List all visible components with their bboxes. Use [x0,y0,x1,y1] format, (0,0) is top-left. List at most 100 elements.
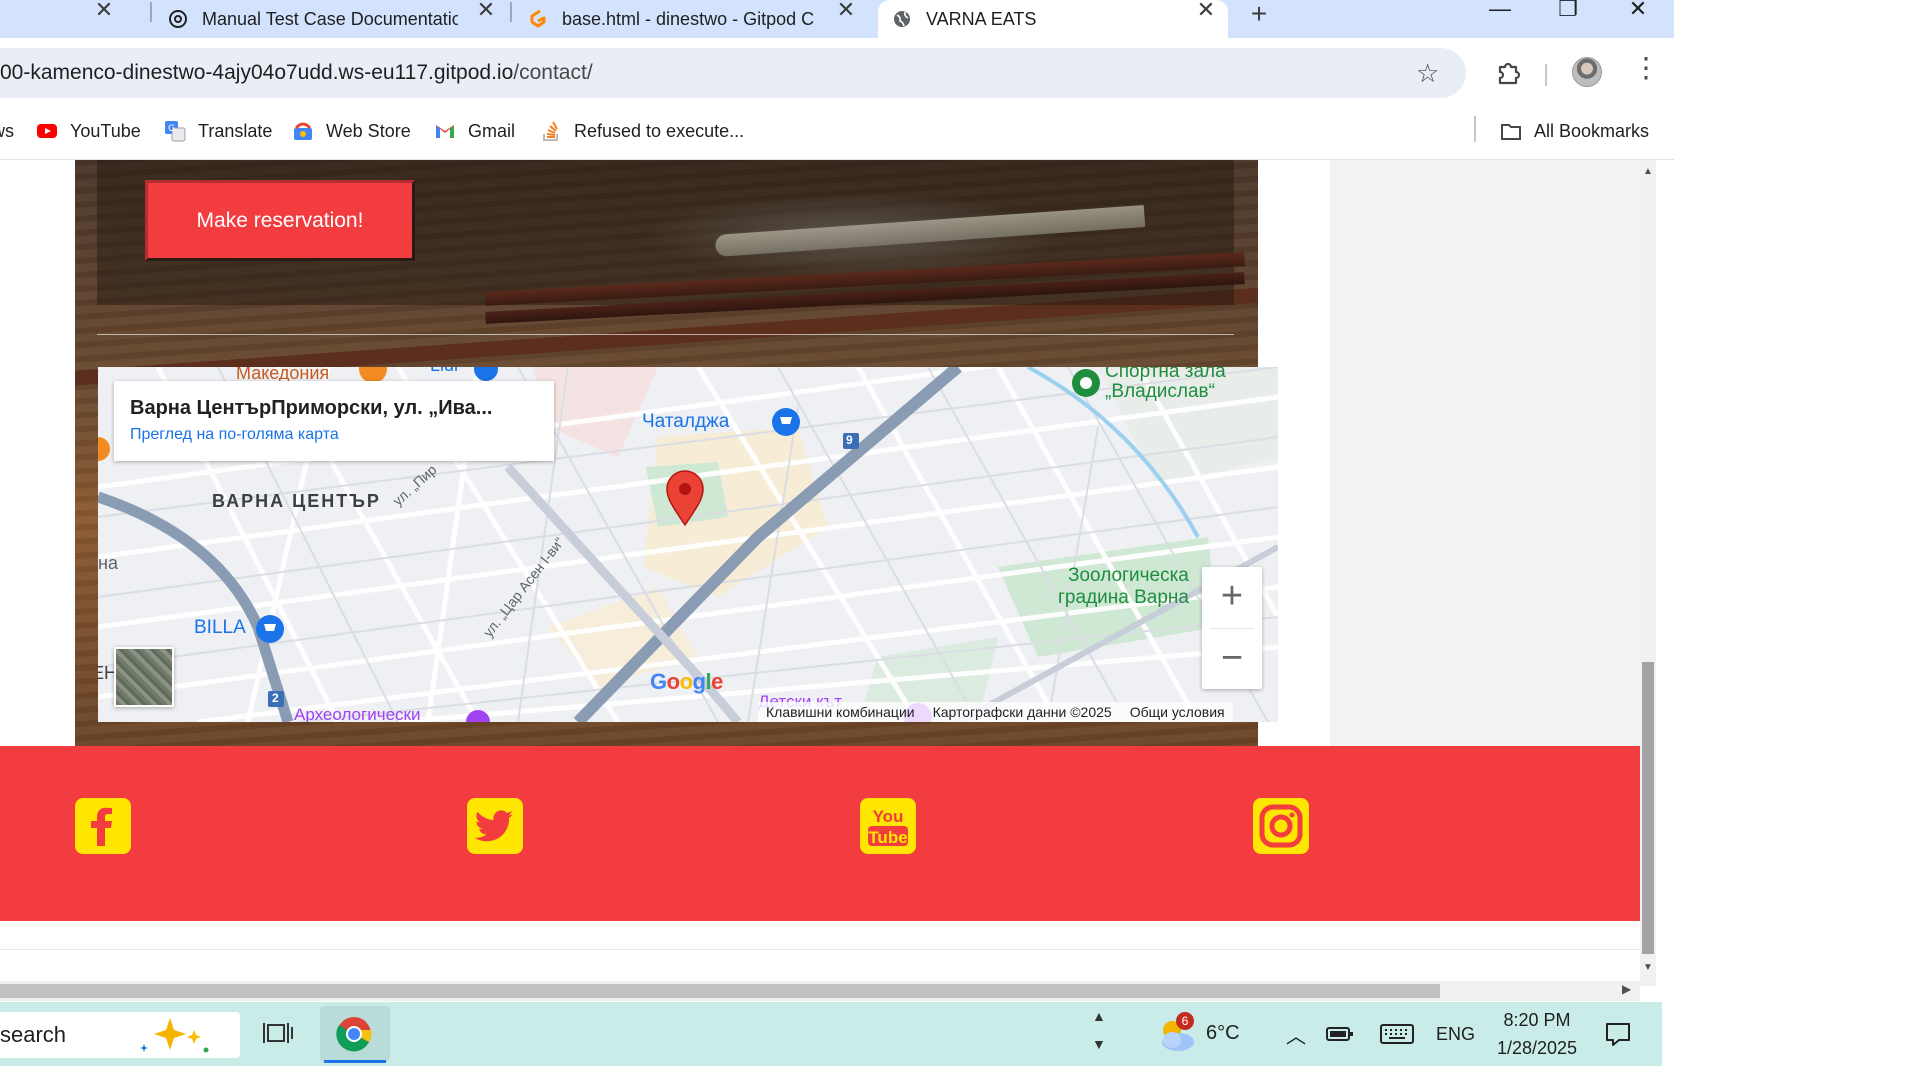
google-map[interactable]: Македония Lidl Спортна зала „Владислав“ … [98,367,1278,722]
taskbar-search-text: search [0,1022,67,1047]
scroll-up-arrow-icon[interactable]: ▲ [1643,166,1653,177]
youtube-icon [37,124,57,138]
bookmark-webstore[interactable]: Web Store [292,119,411,143]
url-path: /contact/ [513,61,593,84]
map-label: Lidl [430,367,458,376]
bookmark-label: Translate [198,120,273,141]
map-label: Зоологическа [1068,565,1189,586]
bookmark-translate[interactable]: G Translate [164,119,272,143]
all-bookmarks-button[interactable]: All Bookmarks [1500,119,1649,143]
tab-cut-off[interactable]: ✕ [0,0,140,38]
screen-edge [1662,1002,1674,1066]
tab-close-icon[interactable]: ✕ [92,0,116,24]
bookmark-label: Gmail [468,120,516,141]
page-viewport: Make reservation! Македония Спортна зала… [0,160,1656,986]
tab-close-icon[interactable]: ✕ [834,0,858,24]
input-language[interactable]: ENG [1436,1024,1475,1045]
zoom-in-button[interactable]: + [1202,567,1262,627]
twitter-icon [474,810,513,842]
tab-title: VARNA EATS [926,8,1037,29]
youtube-link[interactable]: You Tube [860,798,916,854]
bookmark-star-icon[interactable]: ☆ [1416,58,1439,89]
tab-strip: ✕ Manual Test Case Documentatio ✕ base.h… [0,0,1674,38]
keyboard-shortcuts-link[interactable]: Клавишни комбинации [766,704,915,720]
caret-down-icon[interactable]: ▼ [1092,1036,1106,1052]
taskbar-search-box[interactable]: search [0,1012,240,1058]
tab-varna-eats[interactable]: VARNA EATS ✕ [878,0,1228,38]
keyboard-icon[interactable] [1380,1024,1414,1044]
menu-kebab-icon[interactable]: ⋮ [1632,54,1660,82]
notifications-icon[interactable] [1604,1020,1632,1048]
tab-separator [150,2,152,22]
stackoverflow-icon [543,121,558,141]
close-window-button[interactable]: ✕ [1618,0,1658,22]
all-bookmarks-label: All Bookmarks [1534,120,1650,141]
taskbar-chrome-button[interactable] [320,1006,390,1063]
screen: ✕ Manual Test Case Documentatio ✕ base.h… [0,0,1920,1080]
clock-date[interactable]: 1/28/2025 [1488,1038,1586,1059]
chrome-icon [336,1017,372,1052]
tab-gitpod[interactable]: base.html - dinestwo - Gitpod C ✕ [528,0,868,38]
youtube-icon: You Tube [868,807,908,847]
twitter-link[interactable] [467,798,523,854]
tab-manual-test[interactable]: Manual Test Case Documentatio ✕ [168,0,508,38]
map-place-card: Варна ЦентърПриморски, ул. „Ива... Прегл… [114,381,554,461]
svg-text:G: G [168,124,175,134]
desktop-blank-area [1674,0,1920,1080]
facebook-link[interactable] [75,798,131,854]
bookmark-label: Web Store [326,120,411,141]
active-app-indicator [324,1060,386,1063]
translate-icon: G [165,121,186,142]
view-larger-map-link[interactable]: Преглед на по-голяма карта [130,426,538,444]
bookmark-label: Refused to execute... [574,120,745,141]
divider [97,334,1234,335]
facebook-icon [91,807,112,846]
make-reservation-button[interactable]: Make reservation! [145,180,415,261]
show-hidden-icons-chevron-icon[interactable]: ︿ [1286,1020,1306,1049]
bookmark-stackoverflow[interactable]: Refused to execute... [540,119,744,143]
clock-time[interactable]: 8:20 PM [1500,1010,1574,1031]
map-label: на [98,553,118,573]
map-place-title: Варна ЦентърПриморски, ул. „Ива... [130,397,493,419]
restore-button[interactable]: ❐ [1548,0,1588,22]
map-label: Археологически [294,705,421,722]
vertical-scroll-thumb[interactable] [1642,662,1654,954]
caret-up-icon[interactable]: ▲ [1092,1008,1106,1024]
horizontal-scroll-thumb[interactable] [0,984,1440,998]
temperature-text[interactable]: 6°C [1206,1022,1240,1045]
instagram-icon [1259,804,1303,848]
bookmark-youtube[interactable]: YouTube [36,119,141,143]
address-bar[interactable]: 00-kamenco-dinestwo-4ajy04o7udd.ws-eu117… [0,48,1466,98]
map-zoom-controls: + − [1202,567,1262,689]
desktop-blank-strip [0,1066,1920,1080]
tab-close-icon[interactable]: ✕ [474,0,498,24]
toolbar-separator [1545,64,1547,86]
extensions-icon[interactable] [1494,58,1522,86]
task-view-icon[interactable] [262,1018,294,1048]
tab-title: base.html - dinestwo - Gitpod C [562,8,815,29]
satellite-toggle-button[interactable] [114,647,174,707]
horizontal-scrollbar[interactable]: ▶ [0,981,1640,1001]
weather-notification-badge: 6 [1176,1012,1194,1030]
route-shield-label: 2 [272,691,279,705]
globe-icon [894,11,910,27]
page-side-background [1330,160,1656,746]
terms-link[interactable]: Общи условия [1130,704,1225,720]
scroll-right-arrow-icon[interactable]: ▶ [1622,982,1631,996]
tab-close-icon[interactable]: ✕ [1194,0,1218,24]
vertical-scrollbar[interactable]: ▲ ▼ [1640,160,1656,986]
gitpod-icon [530,9,546,28]
scroll-down-arrow-icon[interactable]: ▼ [1643,962,1653,973]
url-text[interactable]: 00-kamenco-dinestwo-4ajy04o7udd.ws-eu117… [0,61,593,85]
tab-title: Manual Test Case Documentatio [202,8,458,29]
bookmark-cut-off[interactable]: ws [0,119,14,143]
new-tab-button[interactable]: + [1244,0,1274,30]
bookmark-gmail[interactable]: Gmail [434,119,515,143]
battery-icon[interactable] [1326,1026,1354,1042]
minimize-button[interactable]: — [1480,0,1520,22]
sparkle-icon [140,1018,209,1053]
instagram-link[interactable] [1253,798,1309,854]
zoom-out-button[interactable]: − [1202,629,1262,689]
bookmark-label: YouTube [70,120,141,141]
profile-avatar[interactable] [1572,57,1602,87]
